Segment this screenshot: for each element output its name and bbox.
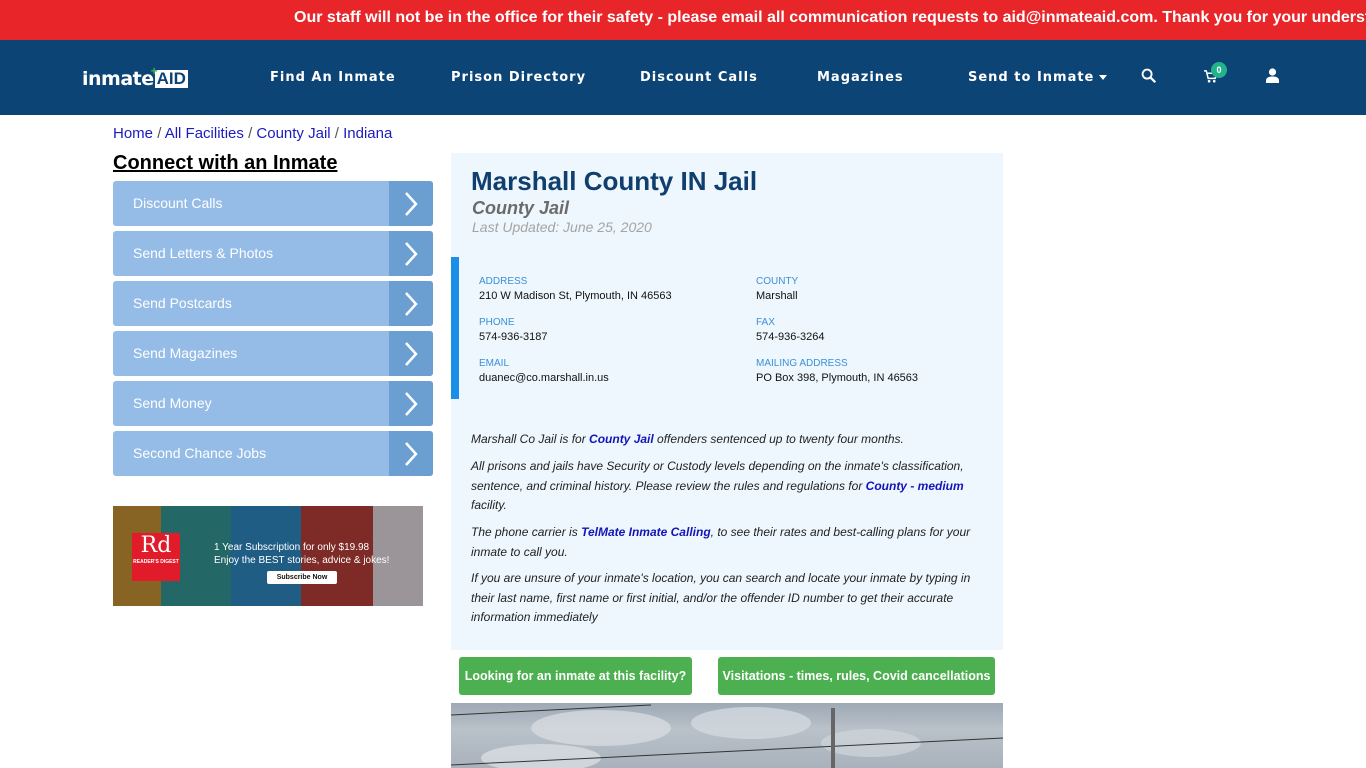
description-paragraph: The phone carrier is TelMate Inmate Call… [471, 523, 976, 562]
breadcrumb-separator: / [334, 125, 339, 142]
cart-count-badge: 0 [1211, 62, 1227, 78]
nav-discount-calls[interactable]: Discount Calls [640, 70, 758, 85]
chevron-right-icon [389, 431, 433, 476]
breadcrumb-separator: / [157, 125, 162, 142]
detail-county: County Marshall [756, 276, 798, 302]
search-icon[interactable] [1141, 68, 1156, 88]
detail-phone: Phone 574-936-3187 [479, 317, 548, 343]
detail-value: 210 W Madison St, Plymouth, IN 46563 [479, 290, 672, 302]
chevron-right-icon [389, 381, 433, 426]
ad-headline: 1 Year Subscription for only $19.98 [214, 542, 370, 553]
breadcrumb-county-jail[interactable]: County Jail [256, 125, 330, 142]
sidebar-item-label: Send Postcards [133, 295, 232, 311]
sidebar-item-send-money[interactable]: Send Money [113, 381, 433, 426]
desc-text: offenders sentenced up to twenty four mo… [653, 432, 904, 446]
sidebar-item-label: Discount Calls [133, 195, 223, 211]
detail-label: Fax [756, 317, 775, 328]
facility-title: Marshall County IN Jail [471, 166, 758, 196]
breadcrumb-all-facilities[interactable]: All Facilities [165, 125, 244, 142]
desc-text: Marshall Co Jail is for [471, 432, 590, 446]
find-inmate-button[interactable]: Looking for an inmate at this facility? [459, 657, 692, 695]
logo[interactable]: inmate + AID [82, 64, 188, 91]
nav-find-inmate[interactable]: Find An Inmate [270, 70, 396, 85]
security-level-link[interactable]: County - medium [866, 479, 964, 493]
breadcrumb-separator: / [248, 125, 253, 142]
nav-send-to-inmate[interactable]: Send to Inmate [968, 70, 1108, 85]
detail-fax: Fax 574-936-3264 [756, 317, 825, 343]
detail-mailing-address: Mailing Address PO Box 398, Plymouth, IN… [756, 358, 918, 384]
sidebar-item-label: Send Letters & Photos [133, 245, 274, 261]
logo-text-inmate: inmate [82, 68, 154, 90]
county-jail-link[interactable]: County Jail [589, 432, 654, 446]
detail-value: duanec@co.marshall.in.us [479, 372, 609, 384]
detail-label: Mailing Address [756, 358, 848, 369]
sidebar-item-send-letters-photos[interactable]: Send Letters & Photos [113, 231, 433, 276]
sidebar-item-label: Send Money [133, 395, 212, 411]
description-paragraph: All prisons and jails have Security or C… [471, 457, 976, 516]
photo-scene [451, 704, 1003, 768]
chevron-right-icon [389, 181, 433, 226]
facility-photo [451, 703, 1003, 768]
caret-down-icon [1099, 75, 1108, 80]
detail-label: Address [479, 276, 528, 287]
nav-prison-directory[interactable]: Prison Directory [451, 70, 586, 85]
sidebar-item-discount-calls[interactable]: Discount Calls [113, 181, 433, 226]
sidebar-item-label: Send Magazines [133, 345, 238, 361]
detail-address: Address 210 W Madison St, Plymouth, IN 4… [479, 276, 672, 302]
facility-type: County Jail [472, 198, 570, 218]
detail-value: 574-936-3264 [756, 331, 825, 343]
detail-value: Marshall [756, 290, 798, 302]
visitations-button[interactable]: Visitations - times, rules, Covid cancel… [718, 657, 995, 695]
sidebar-title: Connect with an Inmate [113, 152, 338, 174]
readers-digest-ad[interactable]: Rd READER'S DIGEST 1 Year Subscription f… [113, 506, 423, 606]
ad-brand-name: READER'S DIGEST [133, 559, 179, 565]
sidebar-item-send-magazines[interactable]: Send Magazines [113, 331, 433, 376]
logo-aid-label: AID [156, 69, 186, 88]
chevron-right-icon [389, 231, 433, 276]
breadcrumb-indiana[interactable]: Indiana [343, 125, 392, 142]
desc-text: The phone carrier is [471, 525, 582, 539]
ad-subheadline: Enjoy the BEST stories, advice & jokes! [214, 555, 390, 566]
facility-info-panel: Marshall County IN Jail County Jail Last… [451, 153, 1003, 650]
plus-icon: + [150, 64, 158, 78]
detail-value: 574-936-3187 [479, 331, 548, 343]
nav-magazines[interactable]: Magazines [817, 70, 904, 85]
breadcrumb: Home / All Facilities / County Jail / In… [113, 125, 392, 142]
detail-value: PO Box 398, Plymouth, IN 46563 [756, 372, 919, 384]
logo-text-aid: + AID [151, 64, 188, 88]
phone-carrier-link[interactable]: TelMate Inmate Calling [581, 525, 711, 539]
alert-banner: Our staff will not be in the office for … [0, 0, 1366, 40]
ad-brand-short: Rd [140, 533, 172, 558]
detail-label: Phone [479, 317, 515, 328]
facility-details: Address 210 W Madison St, Plymouth, IN 4… [451, 257, 1003, 399]
breadcrumb-home[interactable]: Home [113, 125, 153, 142]
alert-message: Our staff will not be in the office for … [294, 9, 1366, 26]
sidebar-item-send-postcards[interactable]: Send Postcards [113, 281, 433, 326]
detail-label: Email [479, 358, 510, 369]
sidebar-item-label: Second Chance Jobs [133, 445, 267, 461]
description-paragraph: Marshall Co Jail is for County Jail offe… [471, 430, 976, 450]
user-icon[interactable] [1266, 68, 1279, 88]
description-paragraph: If you are unsure of your inmate's locat… [471, 571, 971, 624]
last-updated: Last Updated: June 25, 2020 [472, 219, 652, 235]
detail-email: Email duanec@co.marshall.in.us [479, 358, 609, 384]
desc-text: facility. [471, 498, 507, 512]
detail-label: County [756, 276, 799, 287]
chevron-right-icon [389, 331, 433, 376]
ad-subscribe-button[interactable]: Subscribe Now [267, 571, 337, 584]
nav-send-to-inmate-label: Send to Inmate [968, 70, 1095, 85]
chevron-right-icon [389, 281, 433, 326]
readers-digest-logo: Rd READER'S DIGEST [132, 533, 180, 581]
sidebar-item-second-chance-jobs[interactable]: Second Chance Jobs [113, 431, 433, 476]
